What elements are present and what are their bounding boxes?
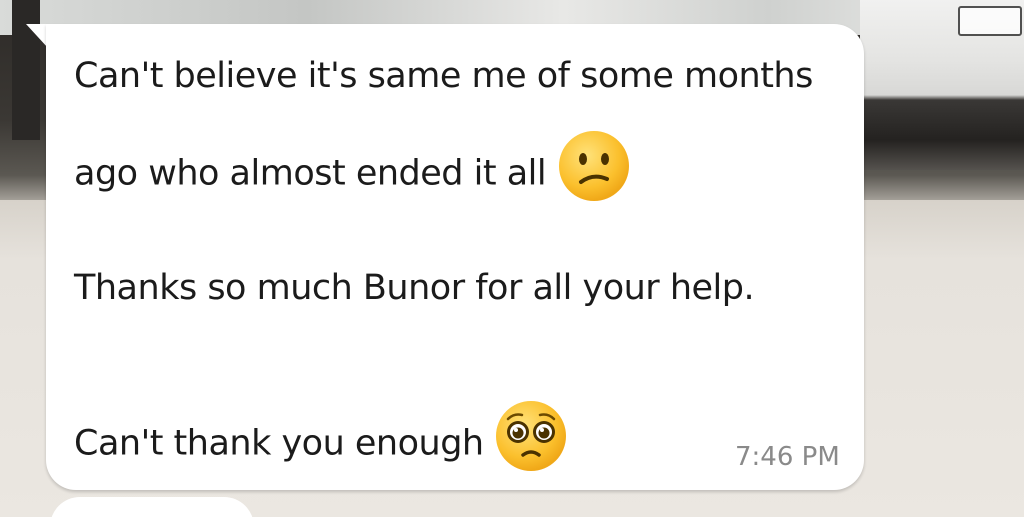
message-text-line: Can't believe it's same me of some month… — [74, 56, 813, 96]
message-timestamp: 7:46 PM — [735, 442, 840, 472]
message-line-3: Thanks so much Bunor for all your help. — [74, 268, 755, 308]
next-message-bubble[interactable] — [50, 497, 254, 517]
wallpaper-left-post — [12, 0, 40, 140]
message-text-line: Thanks so much Bunor for all your help. — [74, 268, 755, 308]
message-text-line: Can't thank you enough — [74, 401, 568, 486]
message-line-4: Can't thank you enough — [74, 423, 484, 464]
pleading-face-icon — [494, 399, 568, 482]
message-line-1: Can't believe it's same me of some month… — [74, 56, 813, 96]
message-line-2: ago who almost ended it all — [74, 153, 547, 194]
message-bubble-tail — [26, 24, 48, 48]
message-text-line: ago who almost ended it all — [74, 131, 631, 216]
confused-face-icon — [557, 129, 631, 212]
wallpaper-license-plate — [958, 6, 1022, 36]
